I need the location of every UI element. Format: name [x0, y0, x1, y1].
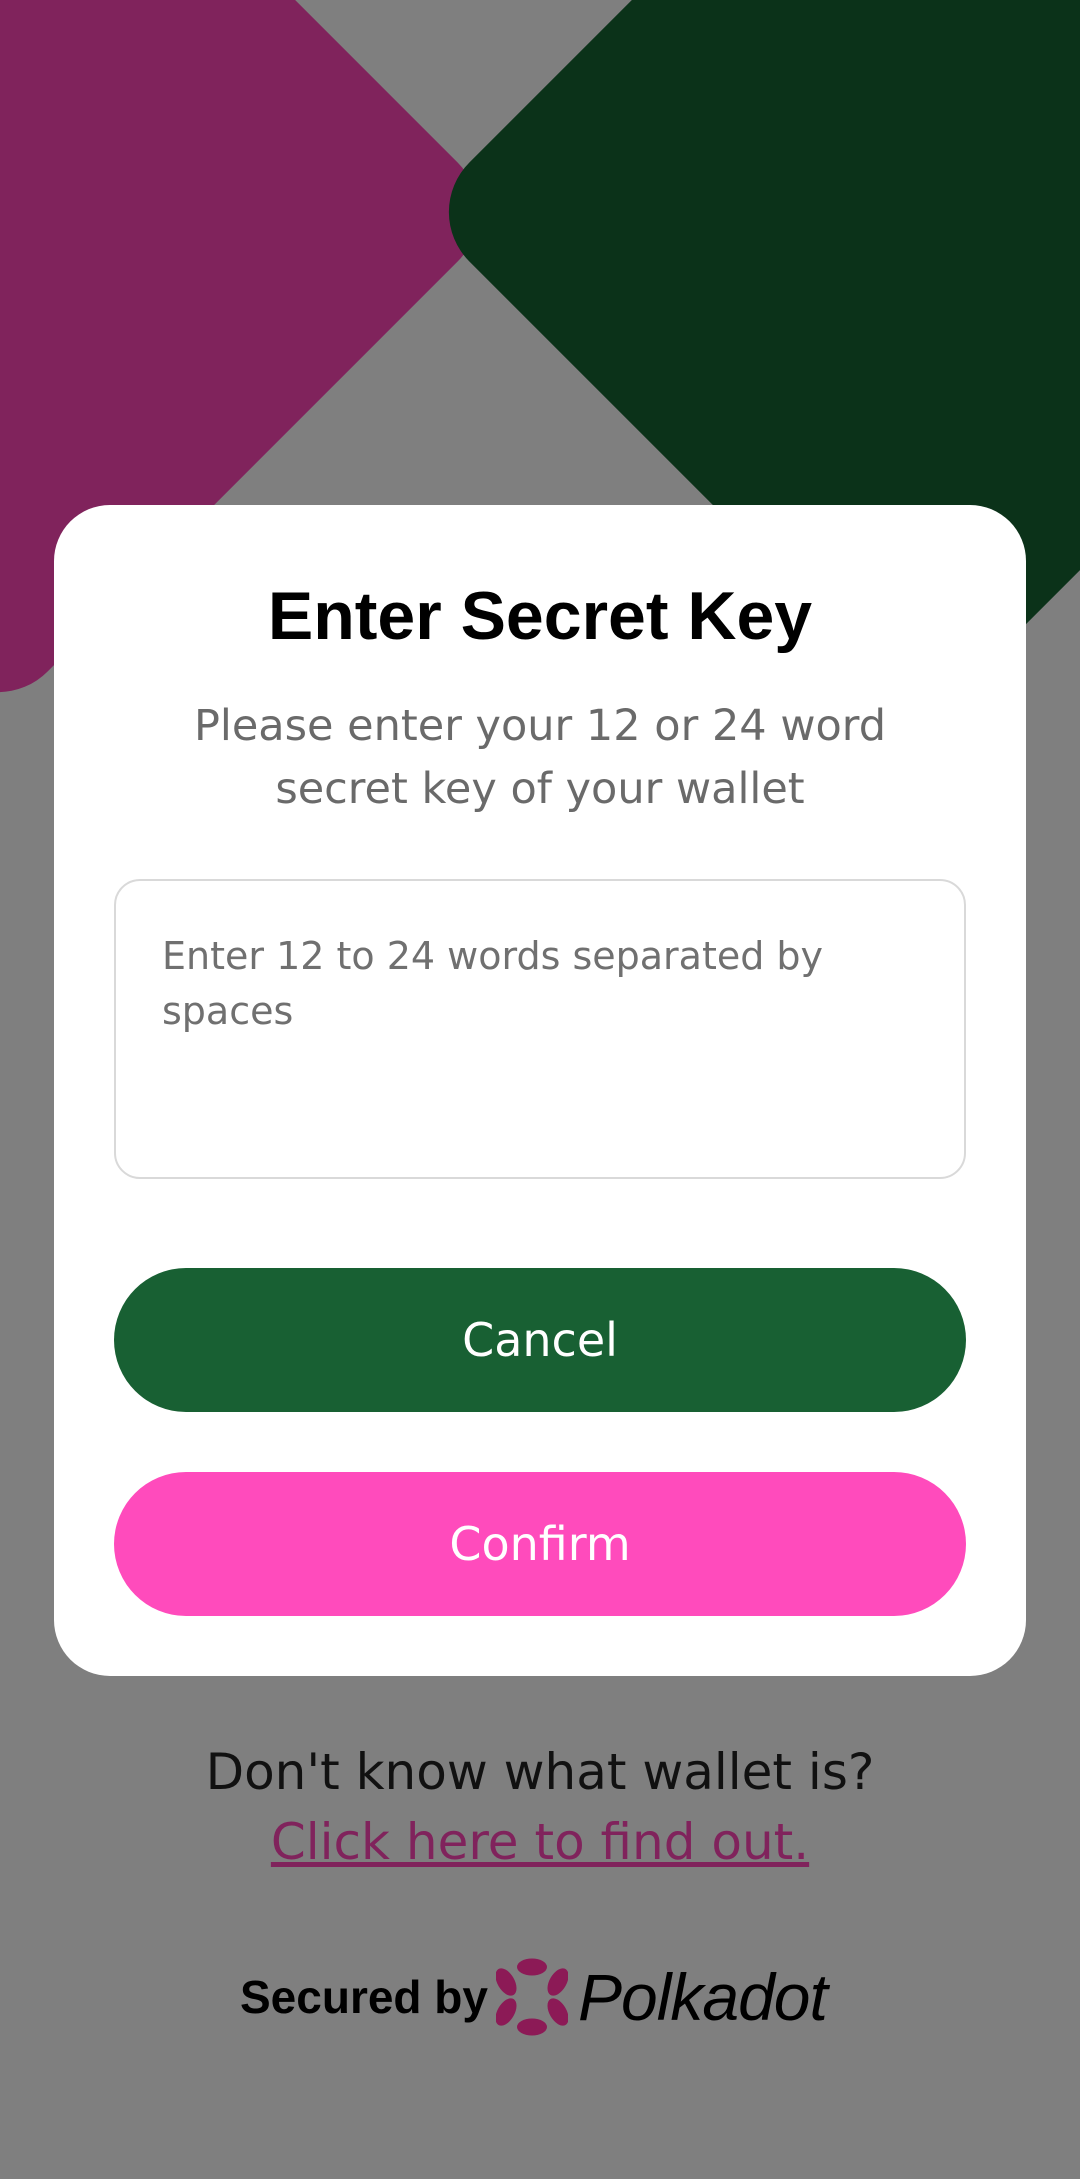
secured-by-badge: Secured by Polkadot — [240, 1955, 828, 2039]
dialog-title: Enter Secret Key — [267, 578, 813, 654]
secret-key-input[interactable] — [114, 879, 966, 1179]
polkadot-logo-icon — [496, 1958, 568, 2036]
confirm-button[interactable]: Confirm — [114, 1472, 966, 1616]
polkadot-wordmark: Polkadot — [578, 1960, 828, 2034]
wallet-help-question: Don't know what wallet is? — [205, 1743, 875, 1801]
dialog-subtitle: Please enter your 12 or 24 word secret k… — [193, 701, 887, 814]
secret-key-dialog: Enter Secret Key Please enter your 12 or… — [54, 505, 1026, 1676]
wallet-help-link[interactable]: Click here to find out. — [0, 1813, 1080, 1871]
cancel-button[interactable]: Cancel — [114, 1268, 966, 1412]
secured-by-label: Secured by — [240, 1971, 488, 2023]
